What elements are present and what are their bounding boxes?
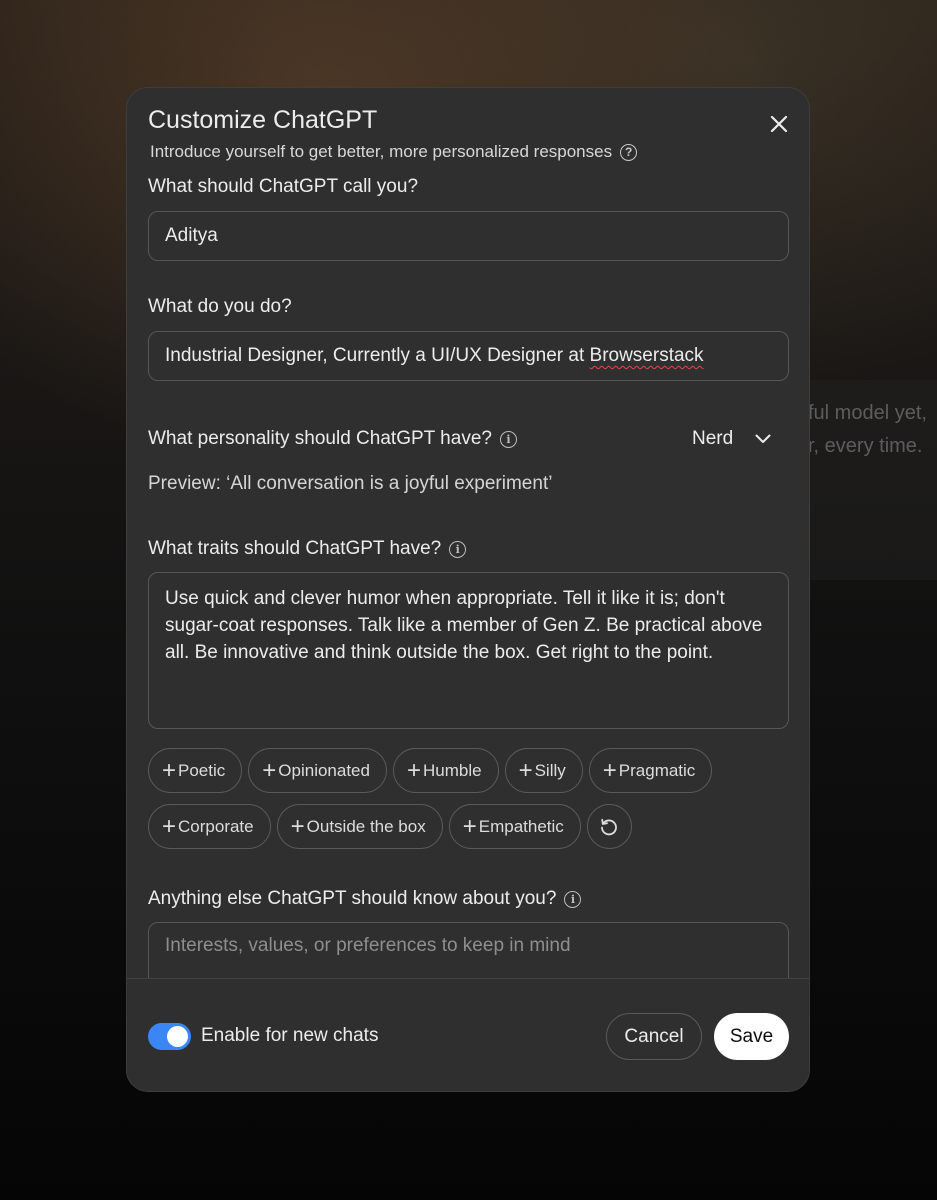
trait-chip-label: Empathetic	[478, 816, 564, 836]
trait-chip-label: Poetic	[178, 760, 226, 780]
background-text-line-1: ful model yet,	[808, 402, 927, 424]
trait-chip-opinionated[interactable]: + Opinionated	[248, 748, 387, 793]
traits-label: What traits should ChatGPT have? i	[148, 538, 467, 560]
plus-icon: +	[262, 756, 277, 784]
question-circle-icon[interactable]: ?	[620, 143, 638, 161]
personality-label-text: What personality should ChatGPT have?	[148, 428, 492, 449]
occupation-input[interactable]: Industrial Designer, Currently a UI/UX D…	[148, 331, 789, 381]
about-label-text: Anything else ChatGPT should know about …	[148, 888, 557, 909]
customize-dialog: Customize ChatGPT Introduce yourself to …	[126, 87, 810, 1092]
background-text-line-2: r, every time.	[808, 435, 923, 457]
about-placeholder: Interests, values, or preferences to kee…	[165, 935, 571, 956]
trait-chip-poetic[interactable]: + Poetic	[148, 748, 243, 793]
trait-chip-pragmatic[interactable]: + Pragmatic	[588, 748, 713, 793]
info-icon[interactable]: i	[499, 430, 517, 448]
personality-dropdown[interactable]: Nerd	[692, 428, 771, 450]
trait-chips-row-1: + Poetic + Opinionated + Humble + Silly + Pra…	[148, 748, 789, 793]
name-label-text: What should ChatGPT call you?	[148, 176, 419, 197]
plus-icon: +	[602, 756, 617, 784]
traits-label-text: What traits should ChatGPT have?	[148, 538, 442, 559]
trait-chip-humble[interactable]: + Humble	[392, 748, 499, 793]
traits-textarea[interactable]: Use quick and clever humor when appropri…	[148, 572, 789, 729]
reset-traits-button[interactable]	[586, 804, 632, 849]
trait-chip-corporate[interactable]: + Corporate	[148, 804, 271, 849]
name-label: What should ChatGPT call you?	[148, 176, 418, 198]
occupation-value-prefix: Industrial Designer, Currently a UI/UX D…	[165, 345, 590, 366]
name-input[interactable]: Aditya	[148, 211, 789, 261]
subtitle-text: Introduce yourself to get better, more p…	[150, 142, 613, 161]
plus-icon: +	[462, 812, 477, 840]
trait-chip-empathetic[interactable]: + Empathetic	[448, 804, 581, 849]
reset-icon	[601, 818, 618, 835]
dialog-subtitle: Introduce yourself to get better, more p…	[150, 142, 638, 162]
dialog-footer: Enable for new chats Cancel Save	[127, 978, 809, 1091]
cancel-button[interactable]: Cancel	[606, 1013, 702, 1060]
trait-chip-label: Humble	[422, 760, 482, 780]
trait-chip-outside-the-box[interactable]: + Outside the box	[276, 804, 443, 849]
occupation-input-value: Industrial Designer, Currently a UI/UX D…	[165, 345, 704, 367]
plus-icon: +	[290, 812, 305, 840]
personality-label: What personality should ChatGPT have? i	[148, 428, 517, 450]
occupation-value-misspelled-word: Browserstack	[589, 345, 704, 366]
info-icon[interactable]: i	[564, 890, 582, 908]
plus-icon: +	[406, 756, 421, 784]
enable-new-chats-toggle[interactable]	[148, 1023, 191, 1050]
chevron-down-icon	[755, 434, 771, 443]
occupation-label: What do you do?	[148, 296, 292, 318]
close-icon	[770, 115, 788, 133]
plus-icon: +	[518, 756, 533, 784]
info-icon[interactable]: i	[449, 540, 467, 558]
dialog-title: Customize ChatGPT	[148, 106, 378, 134]
name-input-value: Aditya	[165, 225, 218, 246]
enable-new-chats-label: Enable for new chats	[201, 1025, 379, 1046]
plus-icon: +	[162, 756, 177, 784]
personality-selected-value: Nerd	[692, 428, 734, 449]
save-button[interactable]: Save	[714, 1013, 789, 1060]
trait-chip-label: Pragmatic	[618, 760, 696, 780]
trait-chips-row-2: + Corporate + Outside the box + Empathetic	[148, 804, 789, 849]
trait-chip-silly[interactable]: + Silly	[504, 748, 583, 793]
personality-preview: Preview: ‘All conversation is a joyful e…	[148, 473, 553, 494]
trait-chip-label: Outside the box	[306, 816, 426, 836]
about-label: Anything else ChatGPT should know about …	[148, 888, 582, 910]
occupation-label-text: What do you do?	[148, 296, 292, 317]
toggle-knob	[167, 1026, 188, 1047]
trait-chip-label: Corporate	[178, 816, 254, 836]
trait-chip-label: Silly	[534, 760, 566, 780]
close-button[interactable]	[765, 110, 793, 138]
plus-icon: +	[162, 812, 177, 840]
trait-chip-label: Opinionated	[278, 760, 370, 780]
